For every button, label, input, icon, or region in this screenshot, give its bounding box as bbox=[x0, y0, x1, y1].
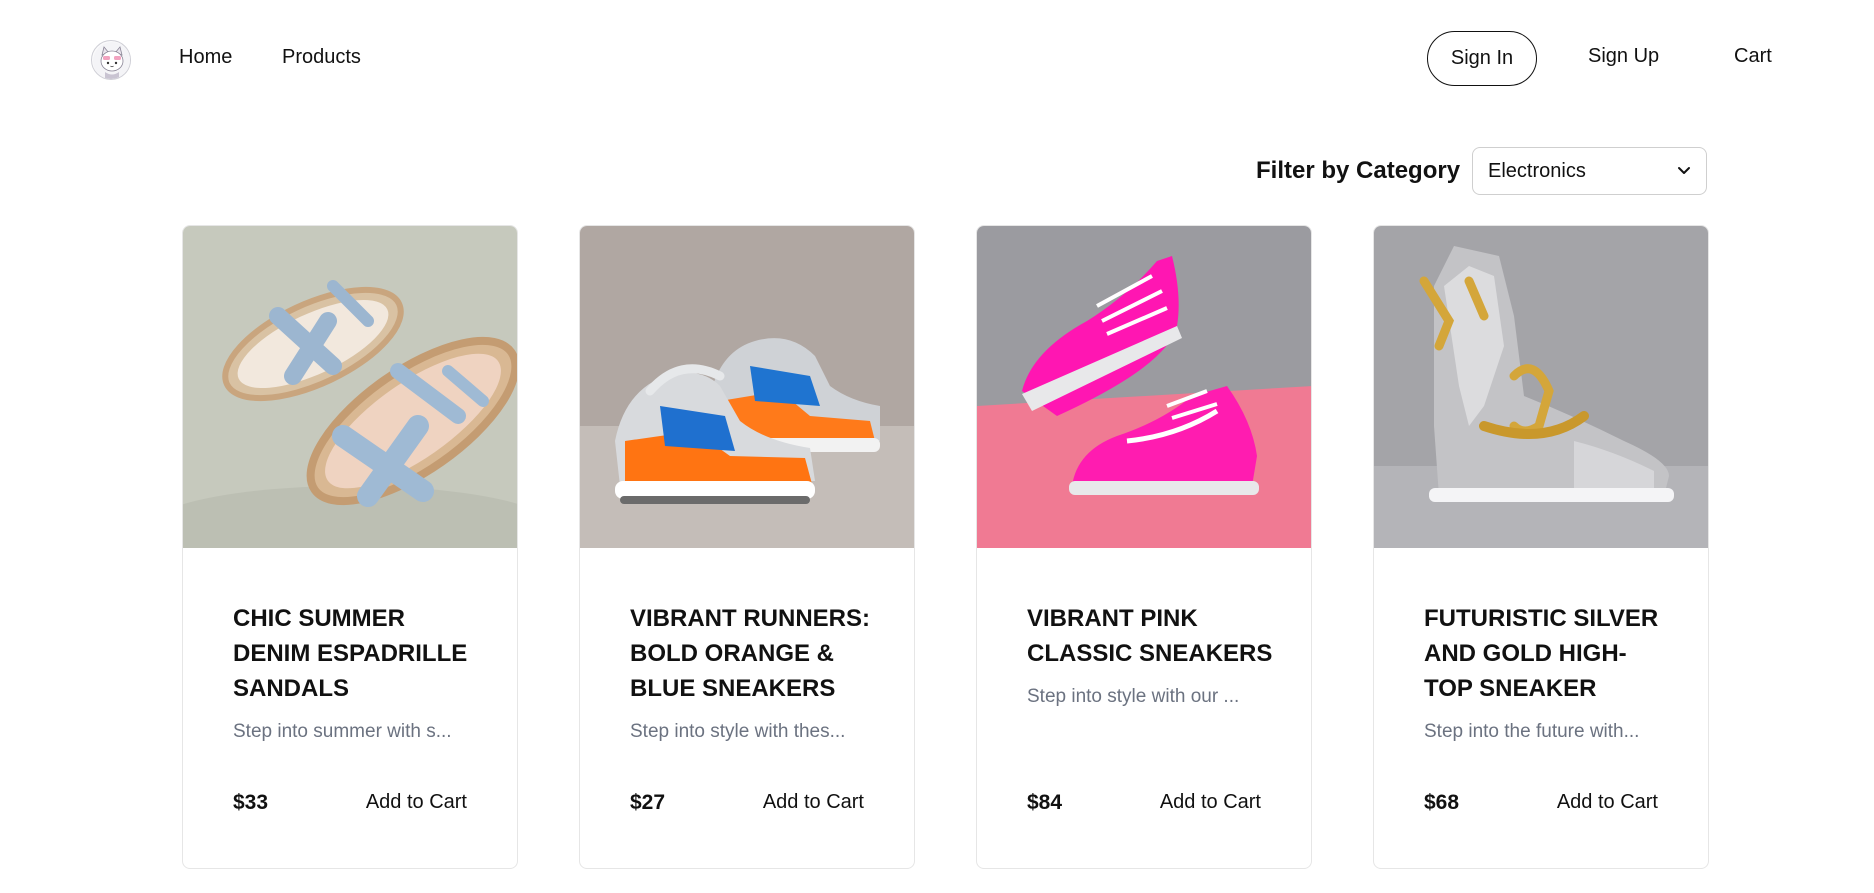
nav-products-link[interactable]: Products bbox=[282, 46, 361, 69]
sign-up-link[interactable]: Sign Up bbox=[1588, 45, 1659, 68]
product-title[interactable]: CHIC SUMMER DENIM ESPADRILLE SANDALS bbox=[233, 601, 483, 706]
product-description: Step into style with our ... bbox=[1027, 686, 1240, 707]
nav-home-link[interactable]: Home bbox=[179, 46, 232, 69]
logo-avatar[interactable] bbox=[91, 40, 131, 80]
category-select-value: Electronics bbox=[1488, 159, 1586, 182]
product-price: $68 bbox=[1424, 791, 1460, 814]
add-to-cart-button[interactable]: Add to Cart bbox=[366, 791, 467, 814]
top-navbar: Home Products Sign In Sign Up Cart bbox=[0, 0, 1874, 120]
cart-link[interactable]: Cart bbox=[1734, 45, 1772, 68]
chevron-down-icon bbox=[1678, 167, 1690, 174]
product-price: $84 bbox=[1027, 791, 1063, 814]
product-image[interactable] bbox=[977, 226, 1311, 548]
filter-label: Filter by Category bbox=[1256, 157, 1461, 184]
product-card[interactable]: VIBRANT PINK CLASSIC SNEAKERS Step into … bbox=[976, 225, 1312, 869]
orange-blue-sneakers-image bbox=[580, 226, 914, 548]
product-image[interactable] bbox=[1374, 226, 1708, 548]
product-price: $27 bbox=[630, 791, 666, 814]
product-title[interactable]: FUTURISTIC SILVER AND GOLD HIGH-TOP SNEA… bbox=[1424, 601, 1674, 706]
product-title[interactable]: VIBRANT PINK CLASSIC SNEAKERS bbox=[1027, 601, 1277, 671]
sign-in-button[interactable]: Sign In bbox=[1427, 31, 1537, 86]
product-image[interactable] bbox=[580, 226, 914, 548]
category-select[interactable]: Electronics bbox=[1472, 147, 1707, 195]
add-to-cart-button[interactable]: Add to Cart bbox=[763, 791, 864, 814]
product-title[interactable]: VIBRANT RUNNERS: BOLD ORANGE & BLUE SNEA… bbox=[630, 601, 880, 706]
product-price: $33 bbox=[233, 791, 269, 814]
product-image[interactable] bbox=[183, 226, 517, 548]
denim-sandals-image bbox=[183, 226, 517, 548]
product-description: Step into the future with... bbox=[1424, 721, 1640, 742]
product-card[interactable]: FUTURISTIC SILVER AND GOLD HIGH-TOP SNEA… bbox=[1373, 225, 1709, 869]
product-description: Step into summer with s... bbox=[233, 721, 452, 742]
product-card[interactable]: VIBRANT RUNNERS: BOLD ORANGE & BLUE SNEA… bbox=[579, 225, 915, 869]
cat-avatar-icon bbox=[93, 42, 130, 79]
add-to-cart-button[interactable]: Add to Cart bbox=[1557, 791, 1658, 814]
product-card[interactable]: CHIC SUMMER DENIM ESPADRILLE SANDALS Ste… bbox=[182, 225, 518, 869]
pink-sneakers-image bbox=[977, 226, 1311, 548]
product-description: Step into style with thes... bbox=[630, 721, 846, 742]
add-to-cart-button[interactable]: Add to Cart bbox=[1160, 791, 1261, 814]
silver-gold-hightop-image bbox=[1374, 226, 1708, 548]
